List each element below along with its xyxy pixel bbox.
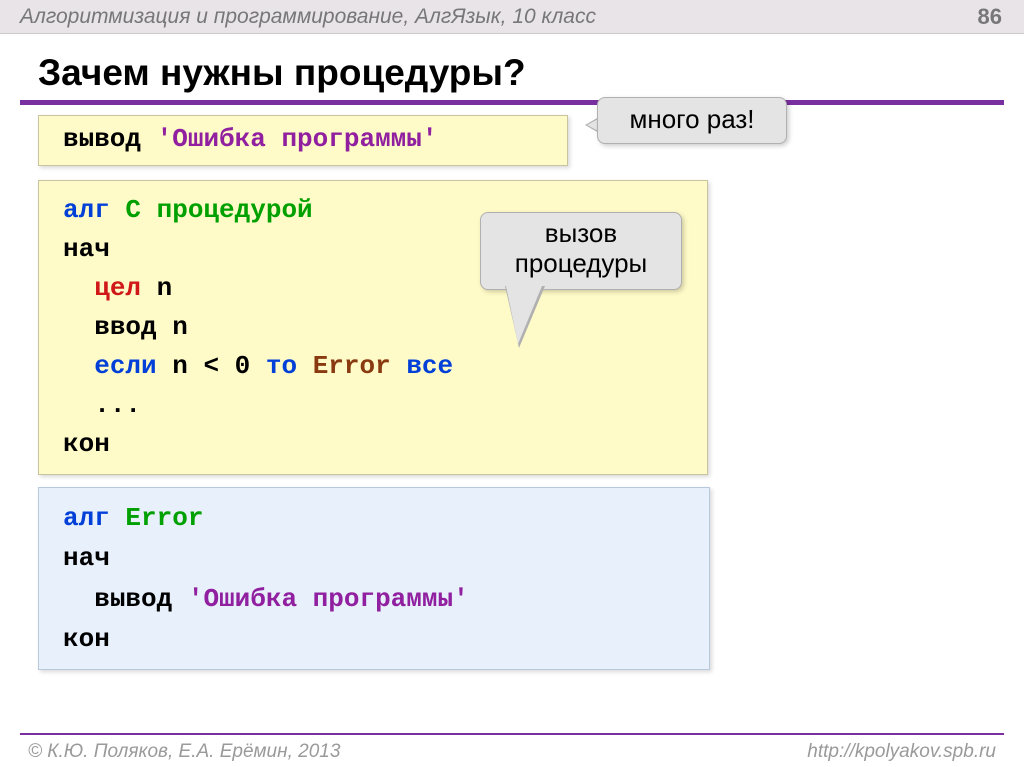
code-line: кон xyxy=(63,619,693,659)
title-underline xyxy=(20,100,1004,105)
code-block-error-procedure: алг Error нач вывод 'Ошибка программы' к… xyxy=(38,487,710,670)
footer-url: http://kpolyakov.spb.ru xyxy=(807,741,996,763)
code-line: кон xyxy=(63,425,691,464)
code-line: нач xyxy=(63,538,693,578)
code-block-output-error: вывод 'Ошибка программы' xyxy=(38,115,568,166)
footer-copyright: © К.Ю. Поляков, Е.А. Ерёмин, 2013 xyxy=(28,741,340,763)
code-line: ввод n xyxy=(63,308,691,347)
header-title: Алгоритмизация и программирование, АлгЯз… xyxy=(20,5,596,29)
slide-content: вывод 'Ошибка программы' алг С процедуро… xyxy=(0,115,1024,670)
slide-header: Алгоритмизация и программирование, АлгЯз… xyxy=(0,0,1024,34)
slide-footer: © К.Ю. Поляков, Е.А. Ерёмин, 2013 http:/… xyxy=(0,741,1024,763)
callout-procedure-call: вызов процедуры xyxy=(480,212,682,290)
callout-many-times: много раз! xyxy=(597,97,787,144)
code-line: алг Error xyxy=(63,498,693,538)
code-line: вывод 'Ошибка программы' xyxy=(63,120,553,159)
slide-title: Зачем нужны процедуры? xyxy=(38,52,1024,94)
callout-text-line1: вызов xyxy=(545,218,617,248)
callout-text-line2: процедуры xyxy=(515,248,648,278)
page-number: 86 xyxy=(978,4,1002,30)
footer-divider xyxy=(20,733,1004,735)
code-line: ... xyxy=(63,386,691,425)
code-line: если n < 0 то Error все xyxy=(63,347,691,386)
code-line: вывод 'Ошибка программы' xyxy=(63,579,693,619)
callout-text: много раз! xyxy=(629,104,754,134)
